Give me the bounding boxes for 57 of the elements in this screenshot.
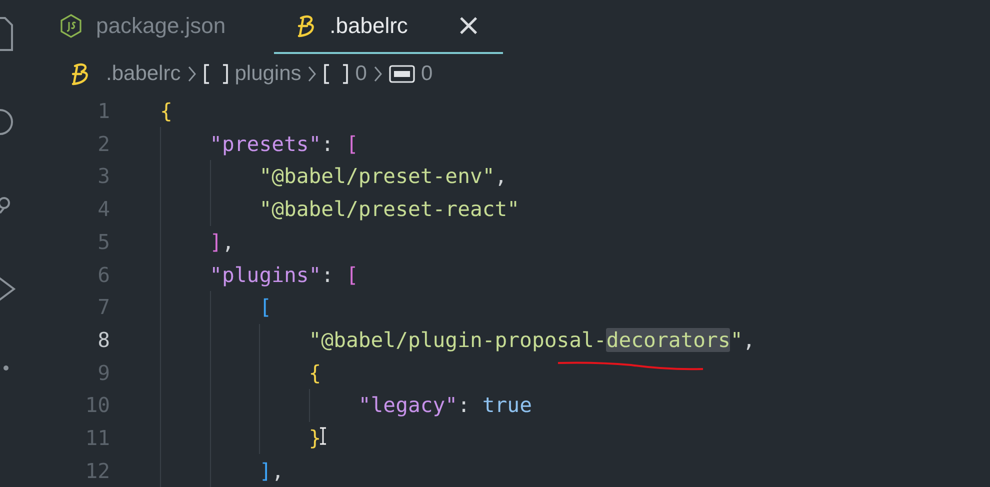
code-token: ] [259, 458, 272, 483]
code-token: "plugins" [210, 262, 322, 287]
search-icon[interactable] [0, 107, 14, 137]
line-number: 11 [84, 426, 111, 450]
code-token: ] [210, 230, 222, 254]
line-number: 7 [96, 295, 111, 320]
line-number: 12 [84, 458, 111, 483]
breadcrumb-item[interactable]: plugins [234, 62, 302, 86]
code-token: "presets" [210, 132, 322, 156]
line-number: 2 [96, 132, 111, 156]
code-token: "legacy" [358, 393, 458, 418]
close-button[interactable]: × [456, 11, 482, 41]
line-number: 5 [96, 230, 111, 254]
breadcrumb-item[interactable]: .babelrc [106, 62, 181, 86]
code-token: { [308, 360, 322, 385]
chevron-icon [372, 65, 383, 84]
breadcrumb-item[interactable]: 0 [355, 62, 367, 86]
highlighted-text: decorators [606, 328, 730, 352]
brackets-icon [202, 63, 229, 86]
code-token: , [494, 164, 508, 188]
line-number: 9 [96, 360, 111, 385]
code-token: [ [346, 132, 358, 156]
code-token: "@babel/plugin-proposal- [308, 328, 606, 352]
babel-file-icon [70, 62, 90, 86]
text-cursor-icon [318, 427, 328, 445]
babel-file-icon [296, 14, 316, 38]
code-token: [ [259, 295, 272, 320]
code-token: : [458, 393, 470, 418]
editor-tab[interactable]: .babelrc × [274, 0, 504, 54]
code-token: , [222, 230, 234, 254]
code-token: } [308, 426, 322, 450]
line-number: 4 [96, 197, 111, 222]
chevron-icon [186, 65, 197, 84]
code-token: "@babel/preset-env" [259, 164, 495, 188]
code-token: : [321, 132, 334, 156]
code-token: { [160, 99, 172, 124]
code-token: "@babel/preset-react" [259, 197, 520, 222]
string-icon [388, 64, 415, 84]
code-token: : [321, 262, 334, 287]
line-number: 8 [96, 328, 111, 352]
code-token: , [272, 458, 284, 483]
code-token: " [730, 328, 743, 352]
line-number: 6 [96, 262, 111, 287]
line-number: 3 [96, 164, 111, 188]
code-token: true [482, 393, 532, 418]
brackets-icon [323, 63, 350, 86]
line-number: 1 [96, 99, 111, 124]
line-number: 10 [84, 393, 111, 418]
chevron-icon [307, 65, 318, 84]
tab-label: package.json [96, 13, 226, 39]
code-token: [ [346, 262, 358, 287]
breadcrumb-item[interactable]: 0 [420, 62, 433, 86]
file-icon[interactable] [0, 14, 13, 52]
editor-tab[interactable]: package.json [38, 0, 248, 54]
code-token: , [742, 328, 756, 352]
js-file-icon [60, 14, 82, 38]
tab-label: .babelrc [330, 13, 408, 39]
